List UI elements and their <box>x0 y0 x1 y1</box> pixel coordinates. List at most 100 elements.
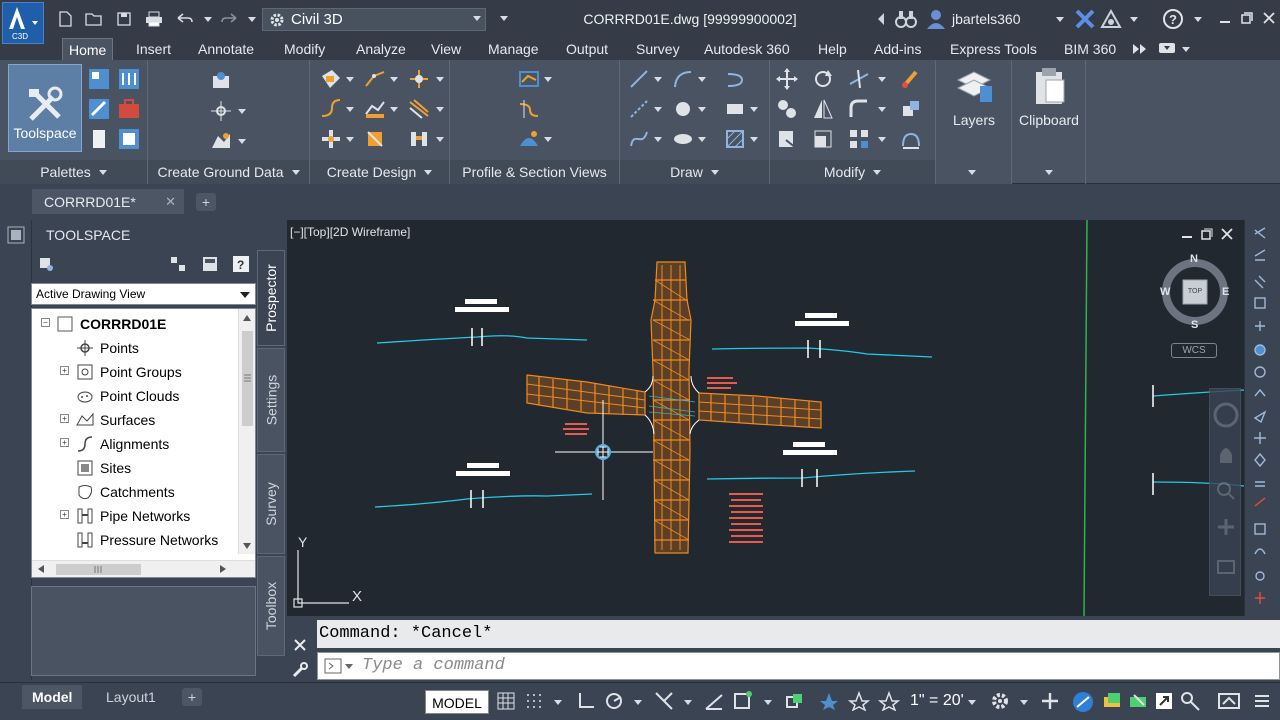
viewcube-west[interactable]: W <box>1160 286 1170 298</box>
alignment-icon[interactable] <box>320 98 342 120</box>
rotate-icon[interactable] <box>812 68 834 90</box>
stretch-icon[interactable] <box>776 128 798 150</box>
tab-analyze[interactable]: Analyze <box>350 38 412 60</box>
expand-icon[interactable]: + <box>60 510 69 519</box>
section-views-icon[interactable] <box>518 128 540 150</box>
tab-help[interactable]: Help <box>812 38 853 60</box>
more-tabs-icon[interactable] <box>1132 43 1148 55</box>
binoculars-icon[interactable] <box>895 9 917 29</box>
help-dropdown-icon[interactable] <box>1194 17 1202 22</box>
model-space-button[interactable]: MODEL <box>425 690 489 714</box>
surfaces-dropdown-icon[interactable] <box>238 139 246 144</box>
tab-bim-360[interactable]: BIM 360 <box>1058 38 1122 60</box>
parcel-icon[interactable] <box>320 68 342 90</box>
properties-palette-icon[interactable] <box>88 68 110 90</box>
view-select[interactable]: Active Drawing View <box>31 283 256 305</box>
close-tab-icon[interactable]: ✕ <box>165 194 176 210</box>
tool-palette-icon[interactable] <box>118 68 140 90</box>
profile-icon[interactable] <box>364 98 386 120</box>
panel-title-draw[interactable]: Draw <box>620 160 769 184</box>
palette-properties-icon[interactable] <box>7 226 25 244</box>
polyline-icon[interactable] <box>672 68 694 90</box>
new-layout-button[interactable]: + <box>182 688 202 706</box>
trim-icon[interactable] <box>848 68 870 90</box>
intersections-icon[interactable] <box>320 128 342 150</box>
annotation-scale-icon[interactable] <box>878 691 900 713</box>
hardware-acceleration-icon[interactable] <box>1102 691 1124 713</box>
tab-insert[interactable]: Insert <box>130 38 177 60</box>
annotation-scale-value[interactable]: 1" = 20' <box>910 692 964 710</box>
panel-clipboard[interactable]: Clipboard <box>1012 60 1086 184</box>
auto-scale-icon[interactable] <box>848 691 870 713</box>
snap-dropdown-icon[interactable] <box>554 700 562 705</box>
tree-item-pipe-networks[interactable]: Pipe Networks <box>76 504 190 528</box>
spline-icon[interactable] <box>628 128 650 150</box>
civil-quick-access-icon[interactable] <box>1128 691 1150 713</box>
exchange-apps-icon[interactable] <box>1075 9 1095 29</box>
annotation-visibility-icon[interactable] <box>818 691 840 713</box>
panel-title-create-design[interactable]: Create Design <box>310 160 449 184</box>
a360-icon[interactable] <box>1100 9 1122 29</box>
panel-layers[interactable]: Layers <box>936 60 1012 184</box>
export-icon[interactable] <box>1154 691 1176 713</box>
points-dropdown-icon[interactable] <box>238 109 246 114</box>
expand-icon[interactable]: + <box>60 366 69 375</box>
open-icon[interactable] <box>83 9 105 29</box>
pipe-network-icon[interactable] <box>408 128 430 150</box>
line-icon[interactable] <box>628 68 650 90</box>
array-dropdown-icon[interactable] <box>878 137 886 142</box>
tab-view[interactable]: View <box>425 38 467 60</box>
surface-tools-icon[interactable] <box>1180 691 1202 713</box>
design-center-icon[interactable] <box>88 98 110 120</box>
surfaces-icon[interactable] <box>210 130 232 152</box>
tab-output[interactable]: Output <box>560 38 614 60</box>
tab-manage[interactable]: Manage <box>482 38 545 60</box>
customization-icon[interactable] <box>1252 691 1274 713</box>
object-snap-tracking-icon[interactable] <box>704 691 726 713</box>
viewport-maximize-icon[interactable] <box>1201 228 1213 240</box>
viewcube-east[interactable]: E <box>1222 286 1229 298</box>
restore-icon[interactable] <box>1236 8 1258 28</box>
alignment-dropdown-icon[interactable] <box>346 107 354 112</box>
search-back-icon[interactable] <box>876 12 886 26</box>
isodraft-icon[interactable] <box>654 691 676 713</box>
spline-dropdown-icon[interactable] <box>654 137 662 142</box>
close-icon[interactable] <box>1258 8 1280 28</box>
user-dropdown-icon[interactable] <box>1056 17 1064 22</box>
new-icon[interactable] <box>54 9 76 29</box>
ellipse-dropdown-icon[interactable] <box>698 137 706 142</box>
sample-lines-icon[interactable] <box>518 98 540 120</box>
scale-icon[interactable] <box>812 128 834 150</box>
new-tab-button[interactable]: + <box>196 193 216 211</box>
qat-customize-icon[interactable] <box>500 16 508 21</box>
ribbon-minimize-icon[interactable] <box>1158 42 1176 54</box>
pipe-network-dropdown-icon[interactable] <box>436 137 444 142</box>
layers-dropdown-icon[interactable] <box>968 170 976 175</box>
line-dropdown-icon[interactable] <box>654 77 662 82</box>
fillet-icon[interactable] <box>848 98 870 120</box>
toolspace-button[interactable]: Toolspace <box>8 64 82 152</box>
tree-item-catchments[interactable]: Catchments <box>76 480 175 504</box>
a360-dropdown-icon[interactable] <box>1130 17 1138 22</box>
rectangle-dropdown-icon[interactable] <box>750 107 758 112</box>
tab-annotate[interactable]: Annotate <box>192 38 260 60</box>
erase-icon[interactable] <box>900 68 922 90</box>
profile-view-dropdown-icon[interactable] <box>544 77 552 82</box>
item-view-icon[interactable] <box>170 256 186 272</box>
section-views-dropdown-icon[interactable] <box>544 137 552 142</box>
tree-item-point-groups[interactable]: Point Groups <box>76 360 182 384</box>
workspace-select[interactable]: Civil 3D <box>262 8 486 31</box>
scale-dropdown-icon[interactable] <box>968 700 976 705</box>
isolate-objects-icon[interactable] <box>1072 691 1094 713</box>
document-tab[interactable]: CORRRD01E* ✕ <box>32 189 184 214</box>
drawing-canvas[interactable]: [−][Top][2D Wireframe] Y X N S E W TOP W… <box>287 220 1244 616</box>
user-name[interactable]: jbartels360 <box>952 11 1021 27</box>
expand-icon[interactable]: + <box>60 438 69 447</box>
panel-title-modify[interactable]: Modify <box>770 160 935 184</box>
help-icon[interactable]: ? <box>232 255 250 273</box>
clean-screen-icon[interactable] <box>1218 691 1240 713</box>
explode-icon[interactable] <box>900 98 922 120</box>
application-menu-button[interactable]: C3D <box>2 2 44 44</box>
tree-item-pressure-networks[interactable]: Pressure Networks <box>76 528 218 552</box>
rectangle-icon[interactable] <box>724 98 746 120</box>
